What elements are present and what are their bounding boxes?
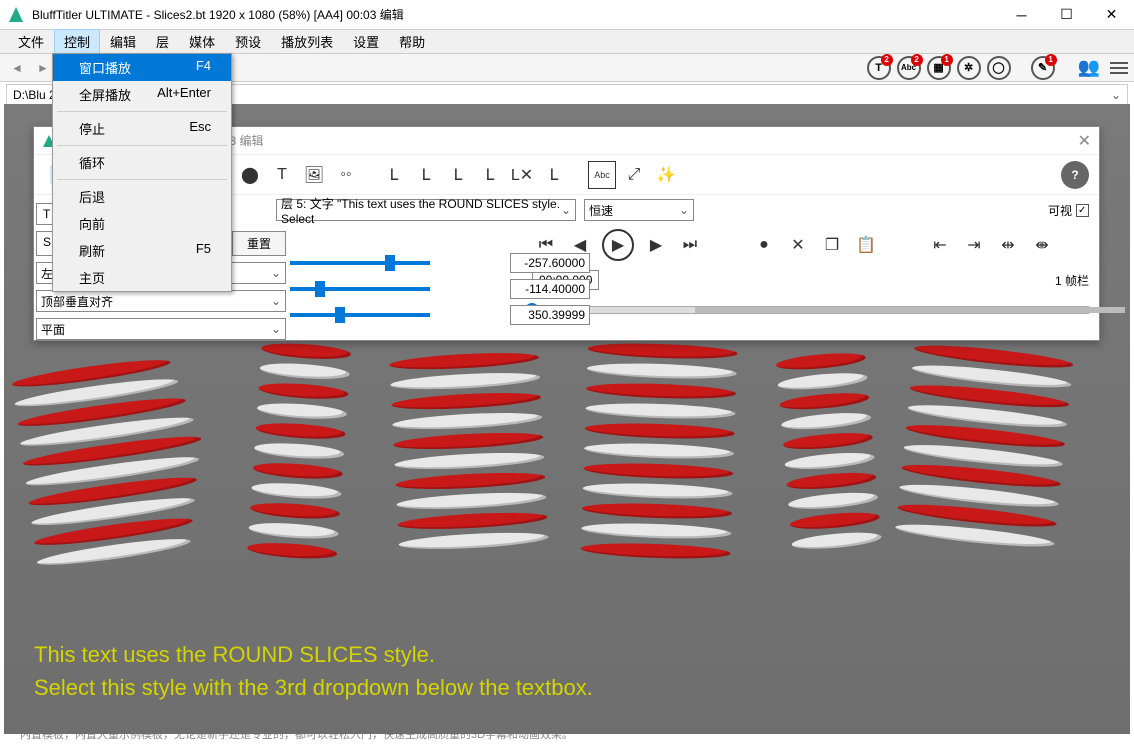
abc-box-icon[interactable]: Abc [588, 161, 616, 189]
text-icon[interactable]: T [268, 161, 296, 189]
slider-y[interactable] [290, 287, 430, 291]
menu-edit[interactable]: 编辑 [100, 29, 146, 54]
help-button[interactable]: ? [1061, 161, 1089, 189]
minimize-button[interactable]: ─ [999, 0, 1044, 30]
value-z-field[interactable] [510, 305, 590, 325]
menu-fullscreen-play[interactable]: 全屏播放Alt+Enter [53, 81, 231, 108]
menu-refresh[interactable]: 刷新F5 [53, 237, 231, 264]
picture-icon[interactable]: 🖼 [300, 161, 328, 189]
nav-fwd-icon[interactable]: ► [32, 57, 54, 79]
menu-window-play[interactable]: 窗口播放F4 [53, 54, 231, 81]
menu-preset[interactable]: 预设 [225, 29, 271, 54]
play-button[interactable]: ▶ [602, 229, 634, 261]
delete-key-icon[interactable]: ✕ [786, 233, 810, 257]
blob-icon[interactable]: ⬤ [236, 161, 264, 189]
canvas-overlay-text: This text uses the ROUND SLICES style. S… [34, 638, 593, 704]
menu-playlist[interactable]: 播放列表 [271, 29, 343, 54]
menu-stop[interactable]: 停止Esc [53, 115, 231, 142]
plane-select[interactable]: 平面⌄ [36, 318, 286, 340]
marker-out-icon[interactable]: ⇥ [962, 233, 986, 257]
window-title: BluffTitler ULTIMATE - Slices2.bt 1920 x… [32, 6, 999, 23]
tool-abc-button[interactable]: Abc2 [897, 56, 921, 80]
expand-icon[interactable]: ⤢ [620, 161, 648, 189]
slider-z[interactable] [290, 313, 430, 317]
frame-count-label: 1 帧栏 [1055, 272, 1089, 289]
align-l3-icon[interactable]: 𝖫 [444, 161, 472, 189]
paste-icon[interactable]: 📋 [854, 233, 878, 257]
menu-loop[interactable]: 循环 [53, 149, 231, 176]
skip-end-icon[interactable]: ⏭ [678, 233, 702, 257]
tool-image-button[interactable]: ▦1 [927, 56, 951, 80]
menu-back[interactable]: 后退 [53, 183, 231, 210]
value-x-field[interactable] [510, 253, 590, 273]
menu-media[interactable]: 媒体 [179, 29, 225, 54]
menu-help[interactable]: 帮助 [389, 29, 435, 54]
menu-layer[interactable]: 层 [146, 29, 179, 54]
menu-sep [57, 179, 227, 180]
reset-button[interactable]: 重置 [232, 231, 286, 256]
marker-both-icon[interactable]: ⇹ [996, 233, 1020, 257]
align-l5-icon[interactable]: 𝖫 [540, 161, 568, 189]
copy-icon[interactable]: ❐ [820, 233, 844, 257]
align-lx-icon[interactable]: L✕ [508, 161, 536, 189]
app-icon [6, 5, 26, 25]
timeline-track[interactable] [524, 306, 1089, 314]
menu-forward[interactable]: 向前 [53, 210, 231, 237]
speed-select[interactable]: 恒速⌄ [584, 199, 694, 221]
tool-t-button[interactable]: T2 [867, 56, 891, 80]
numeric-inputs [290, 253, 590, 325]
nav-back-icon[interactable]: ◄ [6, 57, 28, 79]
chevron-down-icon[interactable]: ⌄ [1111, 88, 1121, 102]
menubar: 文件 控制 编辑 层 媒体 预设 播放列表 设置 帮助 [0, 30, 1134, 54]
align-l4-icon[interactable]: 𝖫 [476, 161, 504, 189]
particles-icon[interactable]: ◦◦ [332, 161, 360, 189]
menu-sep [57, 111, 227, 112]
close-button[interactable]: ✕ [1089, 0, 1134, 30]
align-l1-icon[interactable]: 𝖫 [380, 161, 408, 189]
value-y-field[interactable] [510, 279, 590, 299]
menu-settings[interactable]: 设置 [343, 29, 389, 54]
menu-file[interactable]: 文件 [8, 29, 54, 54]
control-dropdown: 窗口播放F4 全屏播放Alt+Enter 停止Esc 循环 后退 向前 刷新F5… [52, 53, 232, 292]
inner-close-button[interactable]: ✕ [1078, 131, 1091, 151]
visible-checkbox[interactable]: 可视 [1048, 202, 1089, 219]
menu-sep [57, 145, 227, 146]
users-icon[interactable]: 👥 [1078, 57, 1100, 78]
menu-home[interactable]: 主页 [53, 264, 231, 291]
marker-center-icon[interactable]: ⇼ [1030, 233, 1054, 257]
main-titlebar: BluffTitler ULTIMATE - Slices2.bt 1920 x… [0, 0, 1134, 30]
tool-brush-button[interactable]: ✎1 [1031, 56, 1055, 80]
hamburger-icon[interactable] [1110, 62, 1128, 74]
3d-text-render [24, 344, 1110, 624]
marker-in-icon[interactable]: ⇤ [928, 233, 952, 257]
record-icon[interactable]: ● [752, 233, 776, 257]
align-v-select[interactable]: 顶部垂直对齐⌄ [36, 290, 286, 312]
tool-circle-button[interactable]: ◯ [987, 56, 1011, 80]
slider-x[interactable] [290, 261, 430, 265]
layer-select[interactable]: 层 5: 文字 "This text uses the ROUND SLICES… [276, 199, 576, 221]
tool-fan-button[interactable]: ✲ [957, 56, 981, 80]
align-l2-icon[interactable]: 𝖫 [412, 161, 440, 189]
wand-icon[interactable]: ✨ [652, 161, 680, 189]
maximize-button[interactable]: ☐ [1044, 0, 1089, 30]
next-frame-icon[interactable]: ▶ [644, 233, 668, 257]
menu-control[interactable]: 控制 [54, 29, 100, 54]
